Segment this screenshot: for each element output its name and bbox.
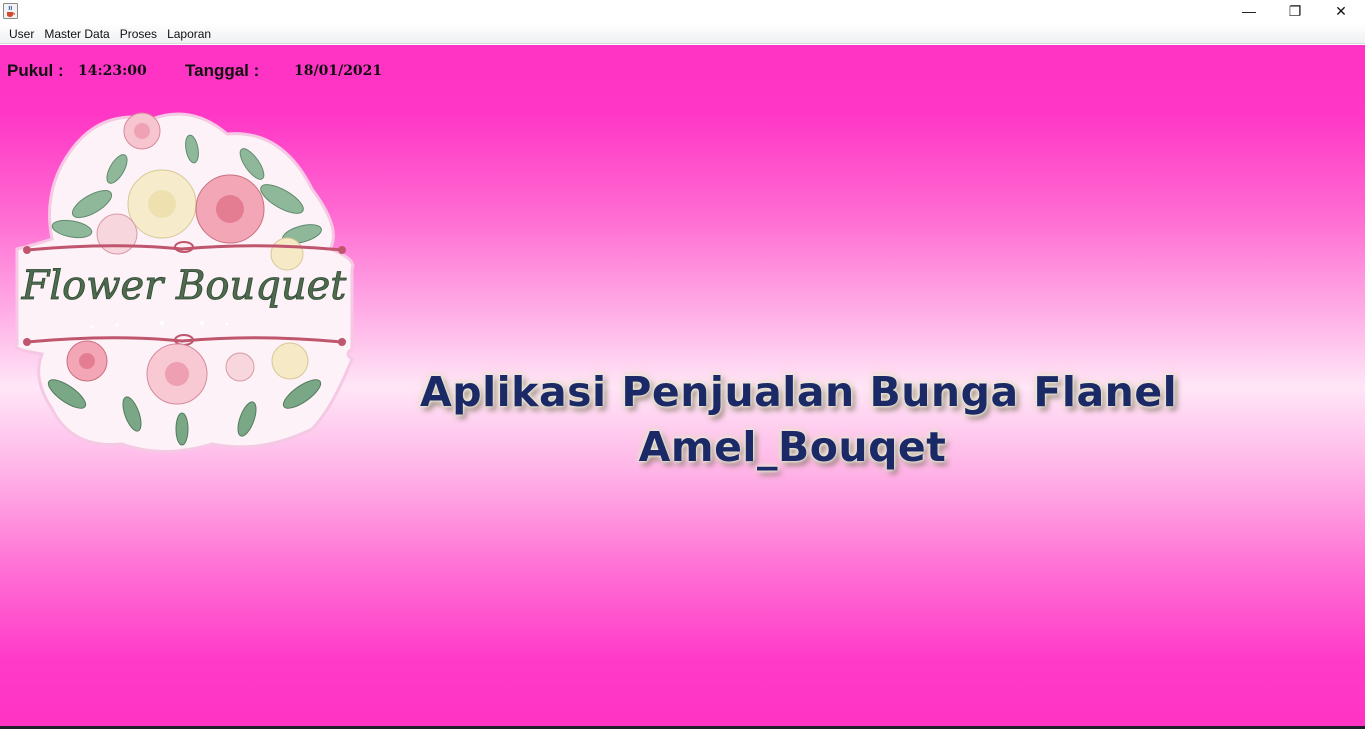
menu-bar: User Master Data Proses Laporan xyxy=(0,24,1365,44)
window-title-bar: — ❐ ✕ xyxy=(0,0,1365,24)
java-cup-icon xyxy=(3,3,18,19)
menu-proses[interactable]: Proses xyxy=(115,24,162,44)
maximize-button[interactable]: ❐ xyxy=(1272,0,1318,22)
svg-text:Flower Bouquet: Flower Bouquet xyxy=(21,263,348,309)
menu-laporan[interactable]: Laporan xyxy=(162,24,216,44)
date-value: 18/01/2021 xyxy=(294,63,383,79)
headline-line-2: Amel_Bouqet xyxy=(638,423,947,471)
menu-user[interactable]: User xyxy=(4,24,39,44)
main-panel: Pukul : 14:23:00 Tanggal : 18/01/2021 Fl… xyxy=(0,45,1365,729)
flower-bouquet-logo: Flower Bouquet xyxy=(14,112,355,453)
date-label: Tanggal : xyxy=(185,61,260,80)
app-headline: Aplikasi Penjualan Bunga Flanel Amel_Bou… xyxy=(420,365,1178,475)
close-button[interactable]: ✕ xyxy=(1318,0,1364,22)
minimize-button[interactable]: — xyxy=(1226,0,1272,22)
time-label: Pukul : xyxy=(7,61,64,80)
headline-line-1: Aplikasi Penjualan Bunga Flanel xyxy=(420,368,1178,416)
time-value: 14:23:00 xyxy=(78,63,147,79)
menu-master-data[interactable]: Master Data xyxy=(39,24,114,44)
